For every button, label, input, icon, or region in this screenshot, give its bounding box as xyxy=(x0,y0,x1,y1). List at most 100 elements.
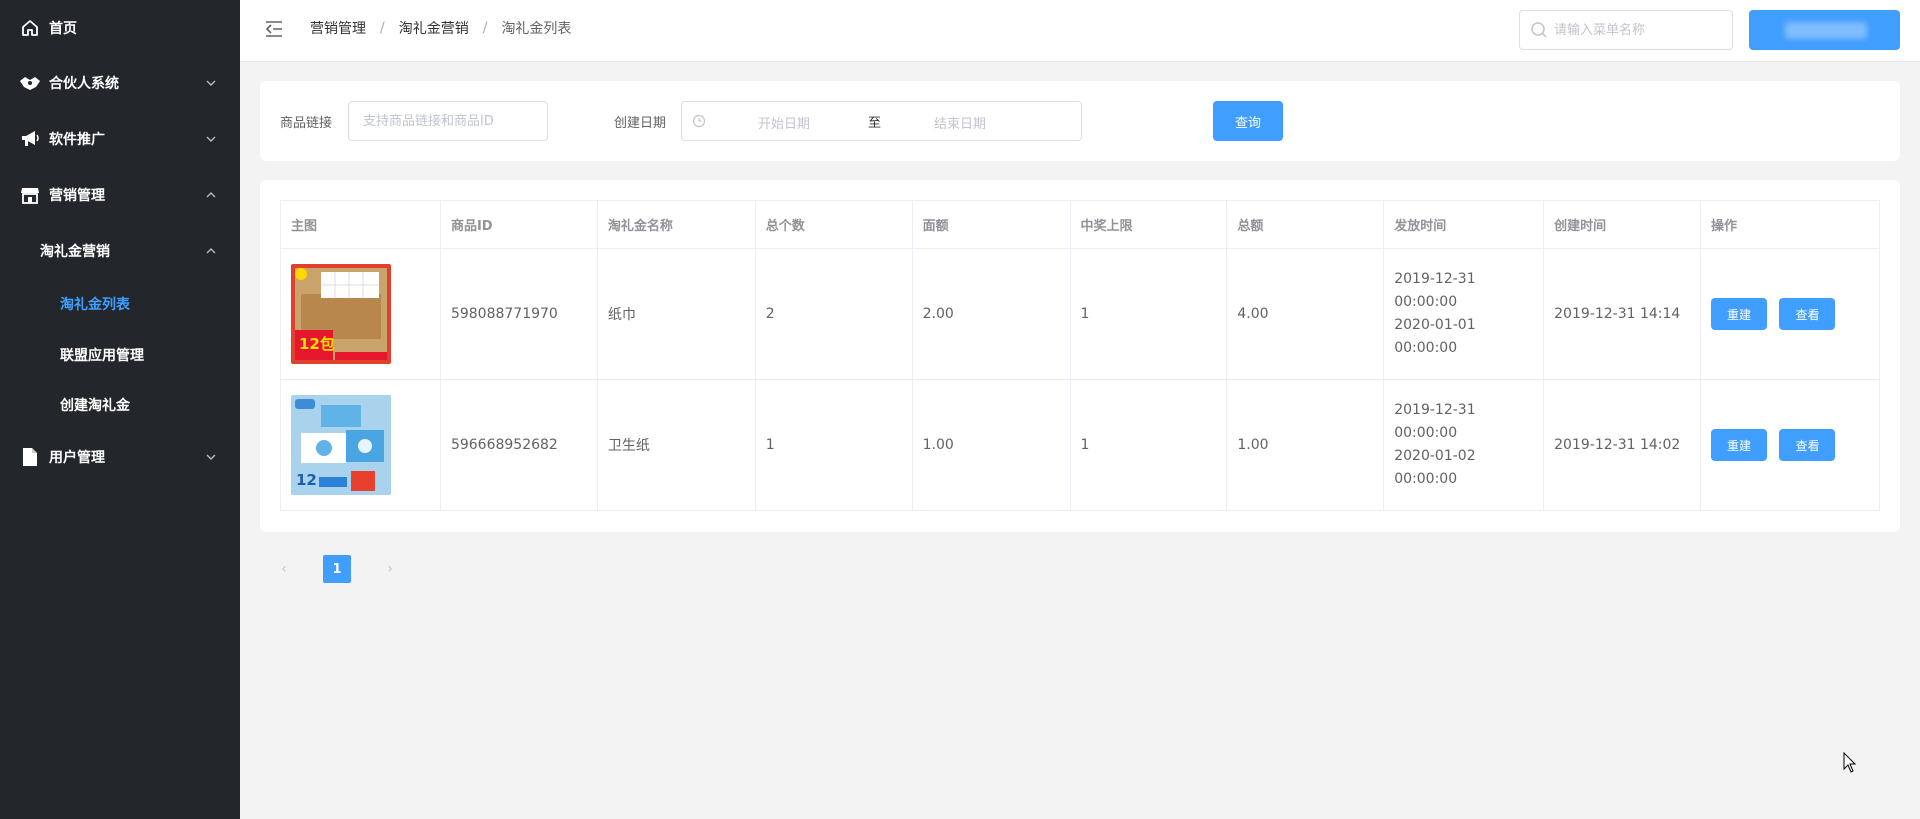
query-button[interactable]: 查询 xyxy=(1213,101,1283,141)
chevron-down-icon xyxy=(206,454,216,460)
sidebar-item-create[interactable]: 创建淘礼金 xyxy=(0,385,240,425)
page-number-current[interactable]: 1 xyxy=(323,555,351,583)
column-header: 发放时间 xyxy=(1383,200,1545,249)
issue-time-cell: 2019-12-31 00:00:00 2020-01-02 00:00:00 xyxy=(1383,379,1545,511)
pagination: ‹ 1 › xyxy=(270,555,404,583)
product-id-cell: 596668952682 xyxy=(439,379,598,511)
sidebar-item-label: 淘礼金营销 xyxy=(40,244,110,260)
issue-start: 2019-12-31 00:00:00 xyxy=(1394,271,1476,310)
view-button[interactable]: 查看 xyxy=(1779,298,1836,330)
breadcrumb: 营销管理 / 淘礼金营销 / 淘礼金列表 xyxy=(310,18,571,38)
end-date-input[interactable]: 结束日期 xyxy=(934,113,986,132)
sidebar-item-label: 创建淘礼金 xyxy=(60,398,130,414)
created-time-cell: 2019-12-31 14:14 xyxy=(1543,248,1702,380)
table-panel: 主图 商品ID 淘礼金名称 总个数 面额 中奖上限 总额 发放时间 创建时间 操… xyxy=(260,180,1900,532)
store-icon xyxy=(19,184,41,206)
filter-panel: 商品链接 创建日期 开始日期 至 结束日期 查询 xyxy=(260,81,1900,161)
sidebar-item-home[interactable]: 首页 xyxy=(0,8,240,48)
chevron-down-icon xyxy=(206,80,216,86)
table-row: 12 596668952682 卫生纸 1 1.00 1 1.00 2019-1… xyxy=(280,379,1880,511)
sidebar-item-label: 淘礼金列表 xyxy=(60,297,130,313)
column-header: 总额 xyxy=(1226,200,1385,249)
megaphone-icon xyxy=(19,128,41,150)
next-page-button[interactable]: › xyxy=(376,555,404,583)
product-link-input[interactable] xyxy=(349,102,547,140)
sidebar-item-label: 用户管理 xyxy=(49,450,105,466)
table-header-row: 主图 商品ID 淘礼金名称 总个数 面额 中奖上限 总额 发放时间 创建时间 操… xyxy=(280,200,1880,249)
product-id-cell: 598088771970 xyxy=(439,248,598,380)
view-button[interactable]: 查看 xyxy=(1779,429,1836,461)
sidebar-item-software[interactable]: 软件推广 xyxy=(0,119,240,159)
sidebar-item-marketing[interactable]: 营销管理 xyxy=(0,175,240,215)
menu-search-input[interactable] xyxy=(1554,22,1724,38)
sidebar-item-label: 首页 xyxy=(49,21,77,37)
taoli-table: 主图 商品ID 淘礼金名称 总个数 面额 中奖上限 总额 发放时间 创建时间 操… xyxy=(280,200,1880,511)
sidebar: 首页 合伙人系统 软件推广 营销管理 淘礼金营销 淘礼金列表 联盟应用管理 创建… xyxy=(0,0,240,819)
name-cell: 纸巾 xyxy=(596,248,756,380)
sidebar-item-label: 合伙人系统 xyxy=(49,76,119,92)
product-link-field[interactable] xyxy=(348,101,548,141)
sidebar-item-label: 软件推广 xyxy=(49,132,105,148)
home-icon xyxy=(19,17,41,39)
range-separator: 至 xyxy=(868,116,882,131)
handshake-icon xyxy=(19,72,41,94)
column-header: 创建时间 xyxy=(1543,200,1702,249)
user-account-button[interactable] xyxy=(1749,10,1900,50)
column-header: 操作 xyxy=(1700,200,1880,249)
create-date-label: 创建日期 xyxy=(614,116,667,131)
created-time-cell: 2019-12-31 14:02 xyxy=(1543,379,1702,511)
limit-cell: 1 xyxy=(1069,379,1228,511)
chevron-up-icon xyxy=(206,248,216,254)
actions-cell: 重建 查看 xyxy=(1700,248,1880,380)
face-value-cell: 1.00 xyxy=(911,379,1071,511)
mouse-cursor-icon xyxy=(1843,752,1857,773)
column-header: 面额 xyxy=(911,200,1071,249)
sidebar-item-taoli-list[interactable]: 淘礼金列表 xyxy=(0,284,240,324)
menu-search-box[interactable] xyxy=(1519,10,1733,50)
face-value-cell: 2.00 xyxy=(911,248,1071,380)
sidebar-item-partner[interactable]: 合伙人系统 xyxy=(0,63,240,103)
issue-end: 2020-01-01 00:00:00 xyxy=(1394,317,1476,356)
search-icon xyxy=(1531,22,1547,38)
breadcrumb-item[interactable]: 淘礼金营销 xyxy=(399,18,469,38)
issue-start: 2019-12-31 00:00:00 xyxy=(1394,402,1476,441)
actions-cell: 重建 查看 xyxy=(1700,379,1880,511)
name-cell: 卫生纸 xyxy=(596,379,756,511)
svg-text:12包: 12包 xyxy=(299,335,335,353)
limit-cell: 1 xyxy=(1069,248,1228,380)
breadcrumb-item-current: 淘礼金列表 xyxy=(501,21,572,37)
column-header: 淘礼金名称 xyxy=(596,200,756,249)
column-header: 商品ID xyxy=(439,200,598,249)
svg-text:12: 12 xyxy=(296,471,317,489)
top-header: 营销管理 / 淘礼金营销 / 淘礼金列表 xyxy=(240,0,1920,62)
breadcrumb-separator: / xyxy=(482,20,488,36)
count-cell: 2 xyxy=(754,248,913,380)
date-range-picker[interactable]: 开始日期 至 结束日期 xyxy=(681,101,1082,141)
tissue-box-product-image[interactable]: 12包 xyxy=(291,264,391,364)
column-header: 总个数 xyxy=(754,200,913,249)
document-icon xyxy=(19,446,41,468)
product-link-label: 商品链接 xyxy=(280,116,333,131)
issue-time-cell: 2019-12-31 00:00:00 2020-01-01 00:00:00 xyxy=(1383,248,1545,380)
menu-collapse-icon[interactable] xyxy=(264,19,284,39)
column-header: 中奖上限 xyxy=(1069,200,1228,249)
clock-icon xyxy=(692,114,706,128)
sidebar-item-alliance[interactable]: 联盟应用管理 xyxy=(0,335,240,375)
sidebar-item-label: 营销管理 xyxy=(49,188,105,204)
total-cell: 4.00 xyxy=(1226,248,1385,380)
rebuild-button[interactable]: 重建 xyxy=(1711,429,1768,461)
image-cell: 12包 xyxy=(280,248,441,380)
toilet-paper-product-image[interactable]: 12 xyxy=(291,395,391,495)
issue-end: 2020-01-02 00:00:00 xyxy=(1394,448,1476,487)
sidebar-item-label: 联盟应用管理 xyxy=(60,348,144,364)
redacted-label xyxy=(1785,22,1867,39)
column-header: 主图 xyxy=(280,200,441,249)
sidebar-item-taoli[interactable]: 淘礼金营销 xyxy=(0,231,240,271)
breadcrumb-item[interactable]: 营销管理 xyxy=(310,18,366,38)
prev-page-button[interactable]: ‹ xyxy=(270,555,298,583)
sidebar-item-users[interactable]: 用户管理 xyxy=(0,437,240,477)
start-date-input[interactable]: 开始日期 xyxy=(758,113,810,132)
count-cell: 1 xyxy=(754,379,913,511)
rebuild-button[interactable]: 重建 xyxy=(1711,298,1768,330)
chevron-down-icon xyxy=(206,136,216,142)
